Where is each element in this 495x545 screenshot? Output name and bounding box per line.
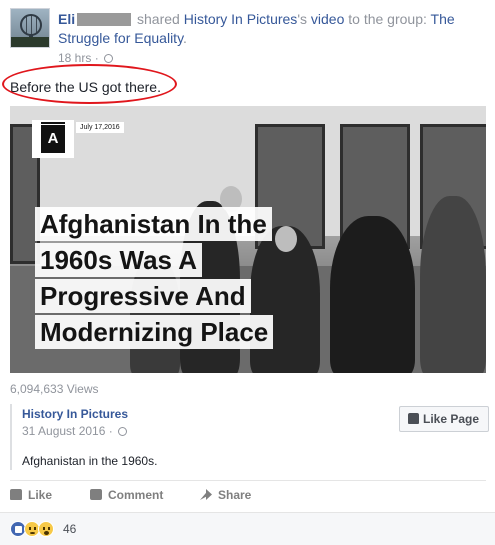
post-text: Before the US got there. — [10, 79, 161, 95]
video-title-overlay: Afghanistan In the 1960s Was A Progressi… — [35, 207, 274, 351]
post-header: Eli shared History In Pictures's video t… — [10, 8, 488, 65]
video-link[interactable]: video — [311, 11, 344, 27]
author-name-link[interactable]: Eli — [58, 11, 75, 27]
comment-button[interactable]: Comment — [90, 488, 163, 502]
video-title-line: Modernizing Place — [35, 315, 274, 349]
post-meta: 18 hrs · — [58, 51, 114, 65]
redacted-surname — [77, 13, 132, 26]
like-label: Like — [28, 488, 53, 502]
post-actions: Like Comment Share — [10, 488, 486, 506]
post-headline: Eli shared History In Pictures's video t… — [58, 10, 488, 48]
view-count: 6,094,633 Views — [10, 382, 99, 396]
video-title-line: 1960s Was A — [35, 243, 203, 277]
comment-icon — [90, 489, 102, 500]
video-date: July 17,2016 — [76, 122, 124, 133]
source-date-link[interactable]: 31 August 2016 — [22, 424, 105, 438]
like-page-button[interactable]: Like Page — [399, 406, 489, 432]
like-button[interactable]: Like — [10, 488, 52, 502]
video-player[interactable]: A July 17,2016 Afghanistan In the 1960s … — [10, 106, 486, 373]
share-label: Share — [218, 488, 252, 502]
globe-icon[interactable] — [118, 427, 128, 436]
source-description: Afghanistan in the 1960s. — [22, 454, 158, 468]
comment-label: Comment — [108, 488, 164, 502]
share-arrow-icon — [200, 489, 212, 500]
publisher-logo: A — [32, 120, 74, 158]
wow-icon — [38, 521, 54, 537]
unisphere-icon — [20, 14, 42, 36]
globe-icon[interactable] — [104, 54, 114, 63]
source-date: 31 August 2016 · — [22, 424, 128, 438]
possessive-text: 's — [297, 11, 307, 27]
reaction-count[interactable]: 46 — [63, 522, 76, 536]
logo-letter: A — [41, 125, 65, 153]
action-divider — [10, 480, 486, 481]
meta-separator: · — [94, 51, 99, 65]
video-title-line: Afghanistan In the — [35, 207, 272, 241]
post-time-link[interactable]: 18 hrs — [58, 51, 91, 65]
shared-text: shared — [137, 11, 180, 27]
video-title-line: Progressive And — [35, 279, 251, 313]
share-button[interactable]: Share — [200, 488, 251, 502]
reactions-bar[interactable]: 46 — [0, 512, 495, 545]
thumbs-up-icon — [408, 413, 419, 424]
to-group-text: to the group: — [348, 11, 427, 27]
headline-period: . — [183, 30, 187, 46]
like-page-label: Like Page — [423, 412, 480, 426]
source-page-link[interactable]: History In Pictures — [22, 407, 128, 421]
page-name-link[interactable]: History In Pictures — [184, 11, 298, 27]
author-avatar[interactable] — [10, 8, 50, 48]
source-separator: · — [108, 424, 113, 438]
shared-source-card: History In Pictures 31 August 2016 · Afg… — [10, 404, 489, 470]
thumbs-up-icon — [10, 489, 22, 500]
